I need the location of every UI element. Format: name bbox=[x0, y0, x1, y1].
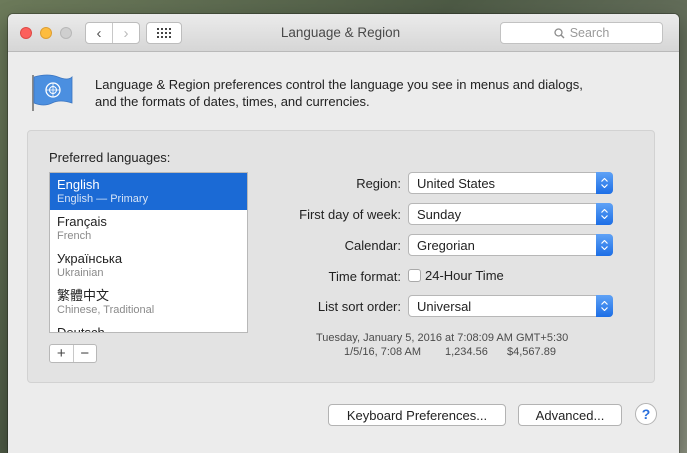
description-text: Language & Region preferences control th… bbox=[95, 76, 655, 110]
calendar-popup[interactable]: Gregorian bbox=[408, 234, 613, 256]
search-field[interactable]: Search bbox=[500, 22, 663, 44]
close-button[interactable] bbox=[20, 27, 32, 39]
add-language-button[interactable]: + bbox=[50, 345, 73, 362]
show-all-button[interactable] bbox=[146, 22, 182, 44]
first-day-label: First day of week: bbox=[299, 207, 401, 222]
add-remove-group: + − bbox=[49, 344, 97, 363]
minimize-button[interactable] bbox=[40, 27, 52, 39]
time-format-row: Time format: bbox=[28, 265, 401, 287]
search-icon bbox=[554, 27, 565, 38]
grid-icon bbox=[157, 28, 171, 38]
settings-panel: Preferred languages: English English — P… bbox=[27, 130, 655, 383]
chevron-right-icon: › bbox=[123, 24, 129, 42]
search-placeholder: Search bbox=[569, 26, 610, 40]
back-button[interactable]: ‹ bbox=[86, 23, 112, 43]
first-day-popup[interactable]: Sunday bbox=[408, 203, 613, 225]
window-title: Language & Region bbox=[280, 25, 401, 40]
popup-arrows-icon bbox=[596, 172, 613, 194]
sample-long-date: Tuesday, January 5, 2016 at 7:08:09 AM G… bbox=[316, 332, 569, 344]
chevron-left-icon: ‹ bbox=[96, 24, 102, 42]
sort-order-popup[interactable]: Universal bbox=[408, 295, 613, 317]
sort-order-row: List sort order: bbox=[28, 295, 401, 317]
sample-number: 1,234.56 bbox=[445, 346, 488, 358]
calendar-value: Gregorian bbox=[417, 238, 475, 253]
sort-order-value: Universal bbox=[417, 299, 472, 314]
24-hour-time-label[interactable]: 24-Hour Time bbox=[425, 268, 504, 283]
popup-arrows-icon bbox=[596, 203, 613, 225]
navigation-group: ‹ › bbox=[85, 22, 140, 44]
sample-short-date: 1/5/16, 7:08 AM bbox=[344, 346, 422, 358]
24-hour-time-checkbox[interactable] bbox=[408, 269, 421, 282]
popup-arrows-icon bbox=[596, 295, 613, 317]
language-item-german[interactable]: Deutsch bbox=[50, 321, 247, 333]
time-format-label: Time format: bbox=[328, 269, 401, 284]
advanced-button[interactable]: Advanced... bbox=[518, 404, 622, 426]
sort-order-label: List sort order: bbox=[317, 299, 401, 314]
region-row: Region: bbox=[28, 172, 401, 194]
region-label: Region: bbox=[356, 176, 401, 191]
zoom-button[interactable] bbox=[60, 27, 72, 39]
sample-currency: $4,567.89 bbox=[507, 346, 556, 358]
calendar-label: Calendar: bbox=[344, 238, 401, 253]
description-line-1: Language & Region preferences control th… bbox=[95, 77, 583, 92]
forward-button[interactable]: › bbox=[112, 23, 139, 43]
preferences-window: ‹ › Language & Region Search Language & … bbox=[8, 14, 679, 453]
preferred-languages-label: Preferred languages: bbox=[49, 150, 171, 165]
language-name: Deutsch bbox=[57, 325, 105, 333]
calendar-row: Calendar: bbox=[28, 234, 401, 256]
first-day-value: Sunday bbox=[417, 207, 462, 222]
title-bar: ‹ › Language & Region Search bbox=[8, 14, 679, 52]
region-popup[interactable]: United States bbox=[408, 172, 613, 194]
description-line-2: and the formats of dates, times, and cur… bbox=[95, 94, 370, 109]
first-day-row: First day of week: bbox=[28, 203, 401, 225]
keyboard-preferences-button[interactable]: Keyboard Preferences... bbox=[328, 404, 506, 426]
remove-language-button[interactable]: − bbox=[72, 345, 97, 362]
region-value: United States bbox=[417, 176, 496, 191]
help-button[interactable]: ? bbox=[635, 403, 657, 425]
un-flag-icon bbox=[32, 74, 73, 111]
popup-arrows-icon bbox=[596, 234, 613, 256]
